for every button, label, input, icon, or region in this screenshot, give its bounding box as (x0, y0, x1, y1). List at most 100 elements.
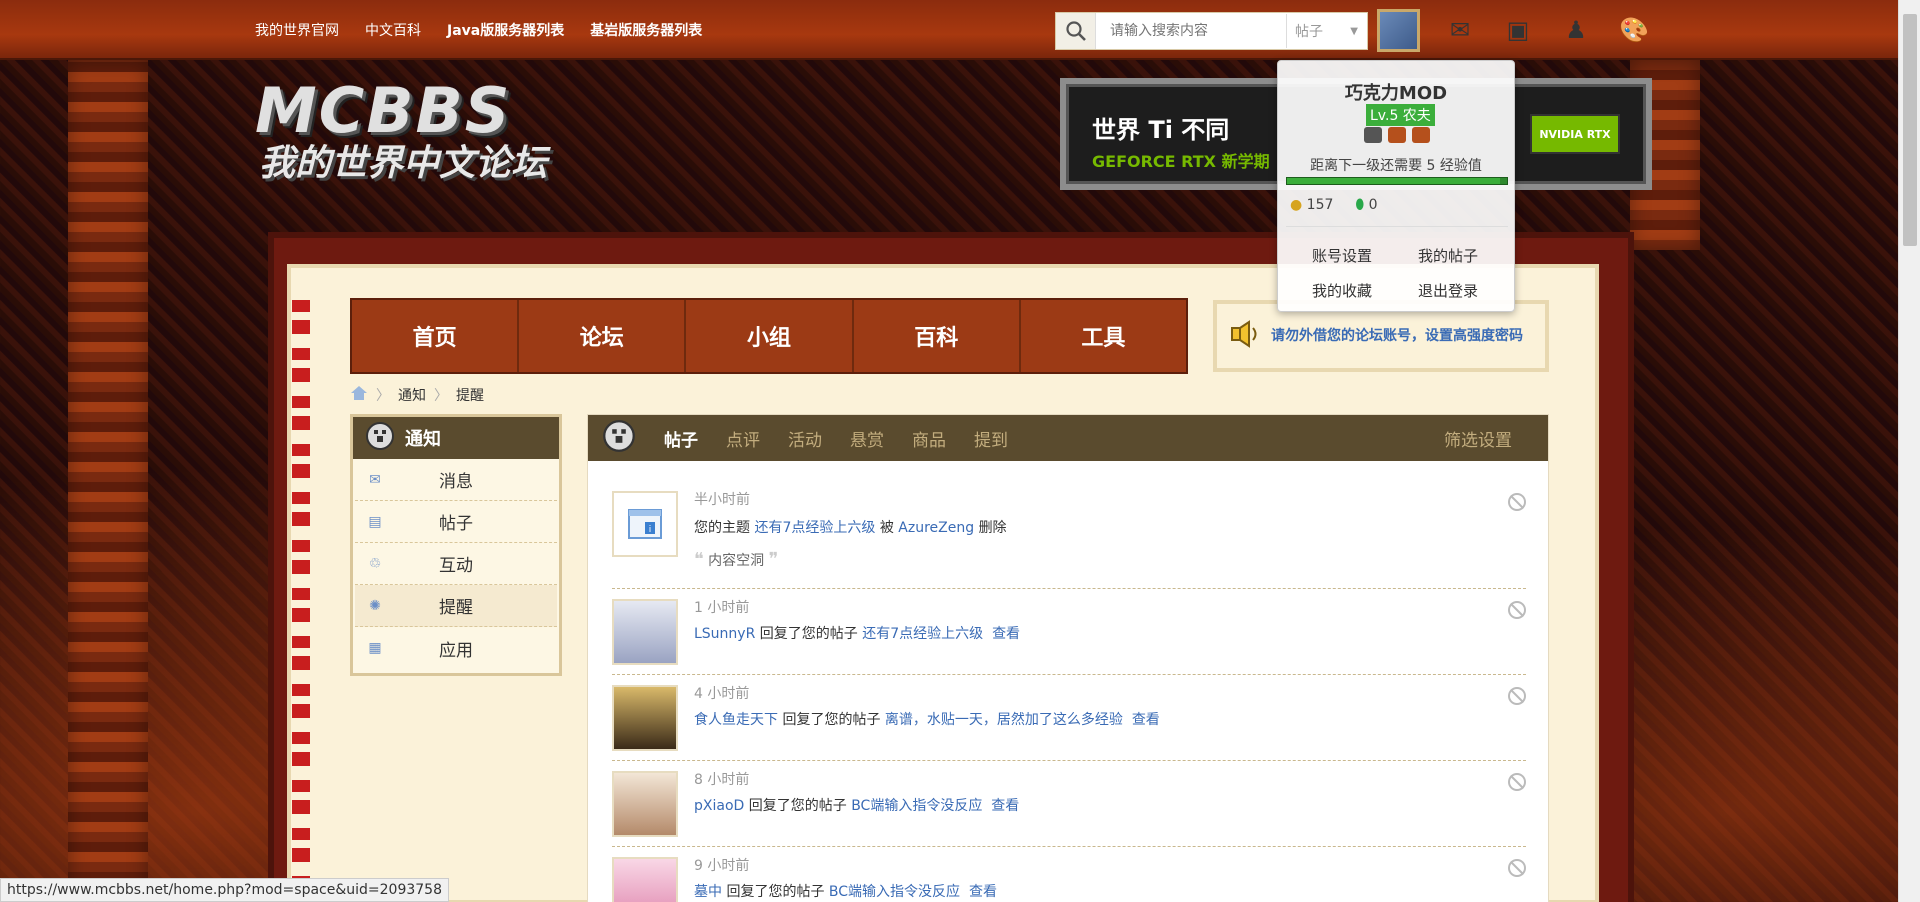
sidebar-item-reminders[interactable]: ✺ 提醒 (355, 585, 557, 627)
search-icon[interactable] (1056, 13, 1096, 49)
user-menu: 账号设置 我的帖子 我的收藏 退出登录 (1312, 245, 1524, 301)
emerald-stat: ⬮ 0 (1355, 197, 1377, 213)
notice-text[interactable]: 请勿外借您的论坛账号，设置高强度密码 (1271, 327, 1541, 345)
notification-text: pXiaoD 回复了您的帖子 BC端输入指令没反应 查看 (694, 795, 1019, 815)
creeper-badge-icon (365, 421, 395, 456)
notification-text: 您的主题 还有7点经验上六级 被 AzureZeng 删除 (694, 517, 1007, 537)
minecart-icon (1412, 127, 1430, 143)
tab-goods[interactable]: 商品 (912, 426, 946, 451)
nav-home[interactable]: 首页 (352, 300, 520, 372)
avatar[interactable] (612, 771, 678, 837)
tab-mentions[interactable]: 提到 (974, 426, 1008, 451)
user-dropdown: 巧克力MOD Lv.5 农夫 距离下一级还需要 5 经验值 ● 157 ⬮ 0 … (1277, 60, 1515, 312)
sidebar-item-interactions[interactable]: ♲ 互动 (355, 543, 557, 585)
sidebar-item-label: 消息 (439, 472, 473, 492)
link-java-servers[interactable]: Java版服务器列表 (447, 20, 564, 40)
notification-time: 9 小时前 (694, 858, 750, 874)
breadcrumb: 〉 通知 〉 提醒 (350, 385, 484, 405)
link-minecraft-official[interactable]: 我的世界官网 (255, 20, 339, 40)
nav-wiki[interactable]: 百科 (854, 300, 1021, 372)
breadcrumb-notifications[interactable]: 通知 (398, 385, 426, 405)
tab-comments[interactable]: 点评 (726, 426, 760, 451)
thread-link[interactable]: BC端输入指令没反应 (851, 798, 982, 814)
notification-text: 墓中 回复了您的帖子 BC端输入指令没反应 查看 (694, 881, 997, 901)
tab-rewards[interactable]: 悬赏 (850, 426, 884, 451)
avatar[interactable] (612, 685, 678, 751)
notification-sidebar: 通知 ✉ 消息 ▤ 帖子 ♲ 互动 ✺ 提醒 ▦ 应用 (350, 414, 562, 676)
ignore-icon[interactable] (1508, 859, 1526, 877)
sidebar-item-apps[interactable]: ▦ 应用 (355, 627, 557, 669)
thread-link[interactable]: 还有7点经验上六级 (754, 520, 875, 536)
search-type-select[interactable]: 帖子 ▼ (1286, 14, 1366, 48)
gold-value: 157 (1306, 197, 1334, 213)
sidebar-item-label: 应用 (439, 640, 473, 661)
document-icon: ▤ (368, 513, 382, 530)
quote-open-icon: ❝ (694, 549, 704, 570)
user-link[interactable]: 食人鱼走天下 (694, 712, 778, 728)
user-link[interactable]: pXiaoD (694, 798, 744, 814)
sidebar-item-label: 互动 (439, 556, 473, 576)
sidebar-title: 通知 (405, 429, 441, 450)
home-icon[interactable] (350, 385, 368, 405)
view-link[interactable]: 查看 (992, 626, 1020, 642)
view-link[interactable]: 查看 (969, 884, 997, 900)
ignore-icon[interactable] (1508, 601, 1526, 619)
my-favorites-link[interactable]: 我的收藏 (1312, 280, 1418, 301)
main-nav: 首页 论坛 小组 百科 工具 (350, 298, 1188, 374)
view-link[interactable]: 查看 (991, 798, 1019, 814)
logo-text: MCBBS (255, 74, 512, 147)
notification-icon[interactable]: ♟ (1556, 10, 1596, 50)
scrollbar-thumb[interactable] (1903, 14, 1917, 246)
level-badge: Lv.5 农夫 (1366, 104, 1435, 126)
thread-link[interactable]: BC端输入指令没反应 (829, 884, 960, 900)
nav-forum[interactable]: 论坛 (519, 300, 687, 372)
banner-subline: GEFORCE RTX 新学期 (1092, 152, 1270, 171)
notification-time: 半小时前 (694, 492, 750, 508)
user-link[interactable]: 墓中 (694, 884, 722, 900)
palette-icon[interactable]: 🎨 (1614, 10, 1654, 50)
avatar[interactable] (612, 599, 678, 665)
info-window-icon: i (628, 509, 662, 539)
gold-stat: ● 157 (1290, 197, 1333, 213)
status-bar-url: https://www.mcbbs.net/home.php?mod=space… (0, 878, 449, 902)
top-icons: ✉ ▣ ♟ 🎨 (1440, 10, 1654, 50)
book-binding (292, 300, 310, 900)
link-bedrock-servers[interactable]: 基岩版服务器列表 (590, 20, 702, 40)
svg-text:i: i (649, 525, 652, 535)
nav-tools[interactable]: 工具 (1021, 300, 1186, 372)
top-links: 我的世界官网 中文百科 Java版服务器列表 基岩版服务器列表 (255, 20, 702, 40)
user-avatar[interactable] (1377, 9, 1420, 52)
filter-settings-link[interactable]: 筛选设置 (1444, 426, 1512, 451)
notification-action: 删除 (978, 520, 1007, 536)
thread-link[interactable]: 离谱，水贴一天，居然加了这么多经验 (885, 712, 1123, 728)
sidebar-item-messages[interactable]: ✉ 消息 (355, 459, 557, 501)
search-input[interactable] (1096, 14, 1286, 48)
notification-action: 回复了您的帖子 (759, 626, 858, 642)
thread-link[interactable]: 还有7点经验上六级 (862, 626, 983, 642)
lava-column-left (68, 60, 148, 902)
package-icon[interactable]: ▣ (1498, 10, 1538, 50)
search-box: 帖子 ▼ (1055, 12, 1368, 50)
my-posts-link[interactable]: 我的帖子 (1418, 245, 1524, 266)
user-link[interactable]: AzureZeng (898, 520, 974, 536)
link-wiki[interactable]: 中文百科 (365, 20, 421, 40)
quote-close-icon: ❞ (768, 549, 779, 570)
ignore-icon[interactable] (1508, 493, 1526, 511)
username[interactable]: 巧克力MOD (1278, 79, 1514, 105)
user-link[interactable]: LSunnyR (694, 626, 755, 642)
notification-item: 9 小时前 墓中 回复了您的帖子 BC端输入指令没反应 查看 (612, 849, 1526, 902)
logout-link[interactable]: 退出登录 (1418, 280, 1524, 301)
page-scrollbar[interactable] (1898, 0, 1920, 902)
notification-list-panel: 帖子 点评 活动 悬赏 商品 提到 筛选设置 i 半小时前 您的主题 还有7点经… (587, 414, 1549, 902)
sidebar-item-posts[interactable]: ▤ 帖子 (355, 501, 557, 543)
avatar[interactable] (612, 857, 678, 902)
ignore-icon[interactable] (1508, 773, 1526, 791)
tab-posts[interactable]: 帖子 (664, 426, 698, 451)
site-logo[interactable]: MCBBS 我的世界中文论坛 (255, 80, 580, 190)
account-settings-link[interactable]: 账号设置 (1312, 245, 1418, 266)
tab-activities[interactable]: 活动 (788, 426, 822, 451)
mail-icon[interactable]: ✉ (1440, 10, 1480, 50)
nav-groups[interactable]: 小组 (686, 300, 854, 372)
view-link[interactable]: 查看 (1132, 712, 1160, 728)
ignore-icon[interactable] (1508, 687, 1526, 705)
